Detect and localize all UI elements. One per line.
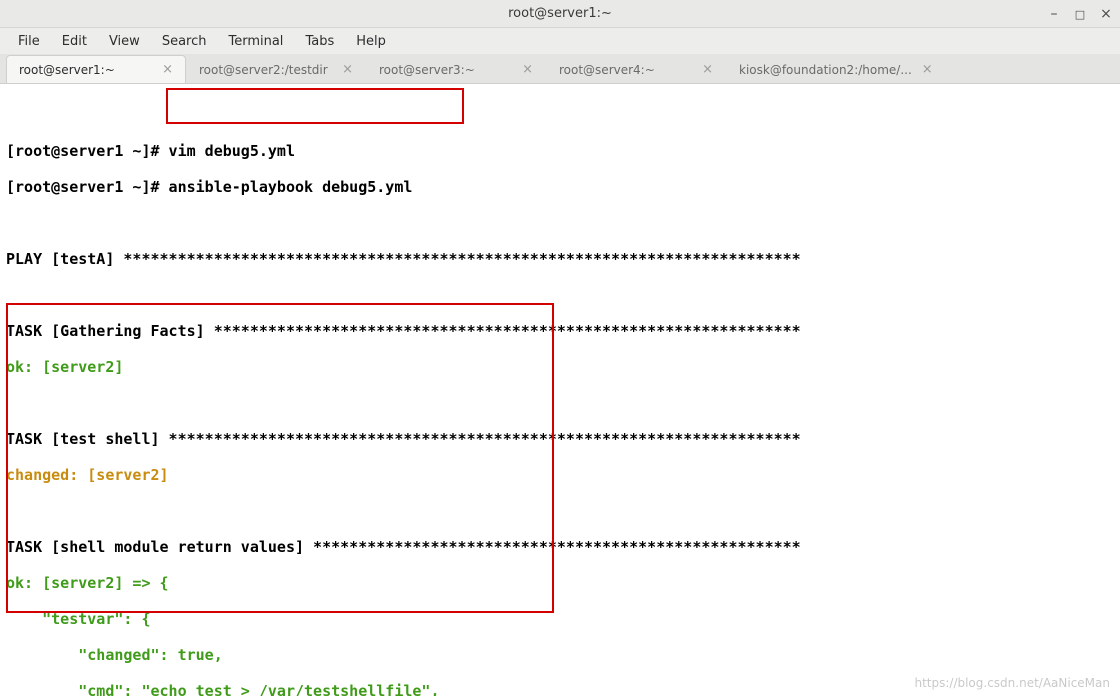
ok-server2-expanded: ok: [server2] => {	[6, 574, 1114, 592]
close-icon[interactable]: ×	[342, 62, 353, 77]
maximize-icon[interactable]: □	[1072, 6, 1088, 22]
menu-help[interactable]: Help	[346, 31, 396, 52]
tab-label: root@server3:~	[379, 63, 512, 77]
testvar-open: "testvar": {	[6, 610, 1114, 628]
menubar: File Edit View Search Terminal Tabs Help	[0, 28, 1120, 54]
changed-server2: [server2]	[87, 466, 168, 484]
menu-tabs[interactable]: Tabs	[295, 31, 344, 52]
menu-search[interactable]: Search	[152, 31, 217, 52]
tab-server2[interactable]: root@server2:/testdir ×	[186, 55, 366, 83]
close-icon[interactable]: ×	[162, 62, 173, 77]
window-titlebar: root@server1:~ – □ ×	[0, 0, 1120, 28]
menu-view[interactable]: View	[99, 31, 150, 52]
tab-server4[interactable]: root@server4:~ ×	[546, 55, 726, 83]
menu-file[interactable]: File	[8, 31, 50, 52]
highlight-box-return-values	[6, 303, 554, 613]
play-header: PLAY [testA] ***************************…	[6, 250, 1114, 268]
minimize-icon[interactable]: –	[1046, 6, 1062, 22]
prompt: [root@server1 ~]#	[6, 178, 160, 196]
testvar-cmd: "cmd": "echo test > /var/testshellfile",	[6, 682, 1114, 696]
tab-server3[interactable]: root@server3:~ ×	[366, 55, 546, 83]
testvar-changed: "changed": true,	[6, 646, 1114, 664]
tabbar: root@server1:~ × root@server2:/testdir ×…	[0, 54, 1120, 84]
window-controls: – □ ×	[1046, 0, 1114, 28]
tab-server1[interactable]: root@server1:~ ×	[6, 55, 186, 83]
highlight-box-commands	[166, 88, 464, 124]
menu-terminal[interactable]: Terminal	[218, 31, 293, 52]
tab-label: root@server1:~	[19, 63, 152, 77]
menu-edit[interactable]: Edit	[52, 31, 97, 52]
close-icon[interactable]: ×	[702, 62, 713, 77]
task-gathering-facts: TASK [Gathering Facts] *****************…	[6, 322, 1114, 340]
close-icon[interactable]: ×	[522, 62, 533, 77]
command-vim: vim debug5.yml	[160, 142, 295, 160]
changed-label: changed:	[6, 466, 87, 484]
tab-label: root@server4:~	[559, 63, 692, 77]
close-icon[interactable]: ×	[922, 62, 933, 77]
task-shell-return: TASK [shell module return values] ******…	[6, 538, 1114, 556]
prompt: [root@server1 ~]#	[6, 142, 160, 160]
ok-server2: ok: [server2]	[6, 358, 1114, 376]
command-ansible: ansible-playbook debug5.yml	[160, 178, 413, 196]
tab-label: kiosk@foundation2:/home/...	[739, 63, 912, 77]
close-icon[interactable]: ×	[1098, 6, 1114, 22]
task-test-shell: TASK [test shell] **********************…	[6, 430, 1114, 448]
window-title: root@server1:~	[508, 6, 612, 21]
terminal-output[interactable]: [root@server1 ~]# vim debug5.yml [root@s…	[0, 84, 1120, 696]
tab-kiosk[interactable]: kiosk@foundation2:/home/... ×	[726, 55, 946, 83]
tab-label: root@server2:/testdir	[199, 63, 332, 77]
